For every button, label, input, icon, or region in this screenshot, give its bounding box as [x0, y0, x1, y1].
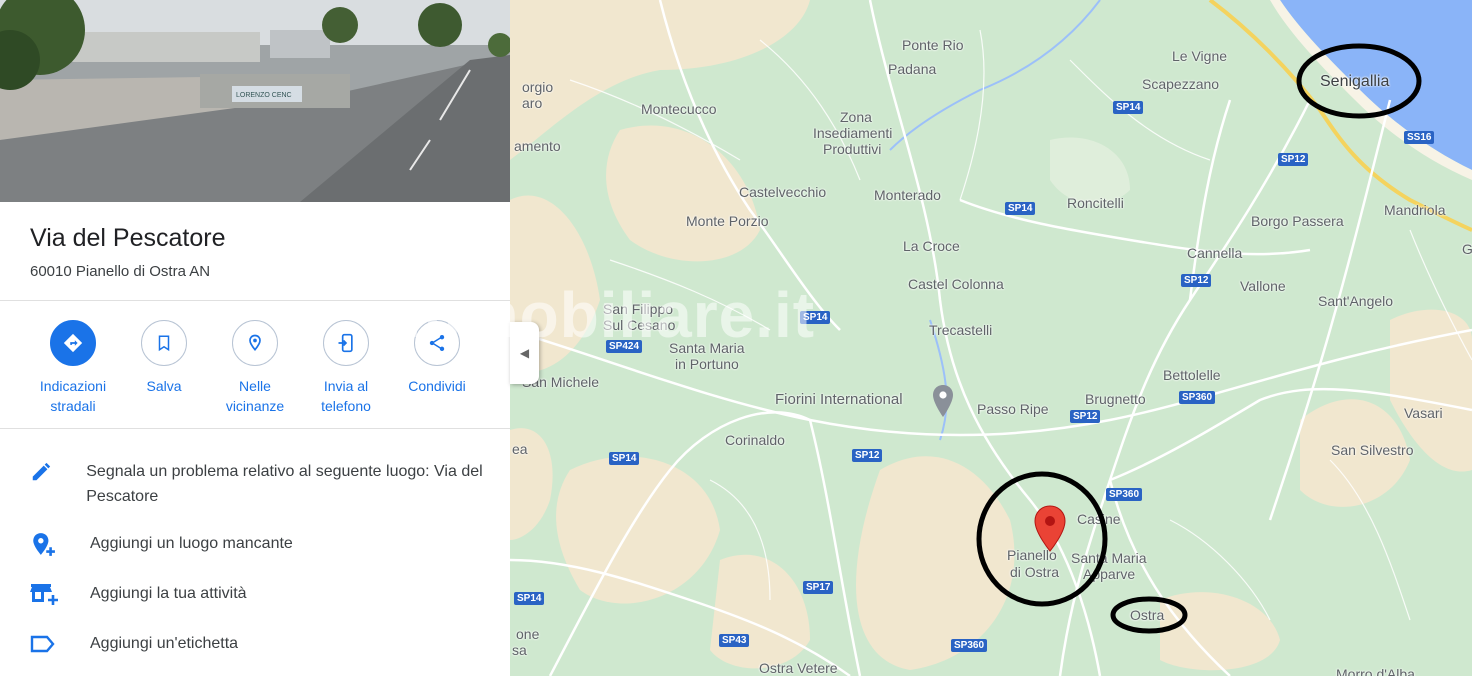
map-label: Ostra: [1130, 607, 1165, 623]
street-photo[interactable]: LORENZO CENC: [0, 0, 510, 202]
send-to-phone-button[interactable]: Invia al telefono: [300, 320, 392, 416]
place-title: Via del Pescatore: [30, 224, 226, 252]
add-business-label: Aggiungi la tua attività: [90, 585, 247, 602]
map-label: Produttivi: [823, 141, 882, 157]
bookmark-icon: [141, 320, 187, 366]
directions-button[interactable]: Indicazioni stradali: [27, 320, 119, 416]
map-label: Montecucco: [641, 101, 717, 117]
photo-sign-text: LORENZO CENC: [236, 92, 292, 99]
add-business-icon: [30, 581, 60, 607]
nearby-button[interactable]: Nelle vicinanze: [209, 320, 301, 416]
map-label: Le Vigne: [1172, 48, 1228, 64]
road-label: SP14: [609, 452, 640, 465]
road-label: SP360: [1106, 488, 1143, 501]
location-pin-icon[interactable]: [1033, 505, 1067, 553]
road-label: SP12: [852, 449, 883, 462]
add-missing-place-item[interactable]: Aggiungi un luogo mancante: [30, 531, 500, 557]
map-label: in Portuno: [675, 356, 739, 372]
road-label: SP12: [1278, 153, 1309, 166]
map-label: San Silvestro: [1331, 442, 1414, 458]
send-to-phone-label: Invia al telefono: [321, 378, 371, 414]
map-label: Monte Porzio: [686, 213, 769, 229]
map-label: Ostra Vetere: [759, 660, 838, 676]
label-icon: [30, 631, 60, 657]
road-label: SP43: [719, 634, 750, 647]
map-label: Trecastelli: [929, 322, 993, 338]
map-label: Cannella: [1187, 245, 1243, 261]
map-label: di Ostra: [1010, 564, 1060, 580]
map-label: ea: [512, 441, 528, 457]
directions-icon: [50, 320, 96, 366]
add-label-item[interactable]: Aggiungi un'etichetta: [30, 631, 500, 657]
add-place-icon: [30, 531, 60, 557]
road-label: SP14: [1113, 101, 1144, 114]
road-label: SP360: [1179, 391, 1216, 404]
share-label: Condividi: [408, 378, 466, 394]
save-button[interactable]: Salva: [118, 320, 210, 396]
map-label: Zona: [840, 109, 872, 125]
map-label: Corinaldo: [725, 432, 785, 448]
map-label: Bettolelle: [1163, 367, 1221, 383]
map-label: Monterado: [874, 187, 941, 203]
road-label: SS16: [1404, 131, 1435, 144]
nearby-label: Nelle vicinanze: [225, 378, 285, 414]
map-label: Castel Colonna: [908, 276, 1004, 292]
road-label: SP360: [951, 639, 988, 652]
place-address: 60010 Pianello di Ostra AN: [30, 263, 211, 280]
add-missing-place-label: Aggiungi un luogo mancante: [90, 535, 293, 552]
road-label: SP14: [1005, 202, 1036, 215]
poi-marker-icon[interactable]: [932, 384, 954, 418]
save-label: Salva: [146, 378, 182, 394]
send-to-phone-icon: [323, 320, 369, 366]
map-label-senigallia: Senigallia: [1320, 73, 1390, 90]
map-label: Borgo Passera: [1251, 213, 1344, 229]
road-label: SP12: [1070, 410, 1101, 423]
map-label: Vasari: [1404, 405, 1443, 421]
map-label: Vallone: [1240, 278, 1286, 294]
nearby-icon: [232, 320, 278, 366]
map-label: Insediamenti: [813, 125, 893, 141]
map-label: Brugnetto: [1085, 391, 1146, 407]
road-label: SP12: [1181, 274, 1212, 287]
map-poi-label: Fiorini International: [775, 391, 903, 408]
map-label: Passo Ripe: [977, 401, 1049, 417]
map-label: Scapezzano: [1142, 76, 1220, 92]
map-label: Apparve: [1083, 566, 1136, 582]
watermark-text: immobiliare.it: [385, 279, 816, 351]
map-label: Roncitelli: [1067, 195, 1124, 211]
map-label: orgio: [522, 79, 554, 95]
map-label: sa: [512, 642, 527, 658]
map-label: Sant'Angelo: [1318, 293, 1394, 309]
map-label: La Croce: [903, 238, 960, 254]
map-label: Santa Maria: [1071, 550, 1147, 566]
add-label-label: Aggiungi un'etichetta: [90, 635, 239, 652]
road-label: SP14: [514, 592, 545, 605]
directions-label: Indicazioni stradali: [39, 378, 107, 414]
map-label: G: [1462, 241, 1472, 257]
map-label: amento: [514, 138, 561, 154]
road-label: SP17: [803, 581, 834, 594]
map-label: Mandriola: [1384, 202, 1446, 218]
divider: [0, 428, 510, 429]
map-label: one: [516, 626, 540, 642]
map-label: aro: [522, 95, 543, 111]
map-label: Padana: [888, 61, 937, 77]
report-problem-item[interactable]: Segnala un problema relativo al seguente…: [30, 459, 500, 509]
map-label: Casine: [1077, 511, 1121, 527]
map-label: Ponte Rio: [902, 37, 964, 53]
pencil-icon: [30, 459, 56, 485]
map-label: Castelvecchio: [739, 184, 827, 200]
map-label: Morro d'Alba: [1336, 666, 1415, 676]
report-problem-label: Segnala un problema relativo al seguente…: [86, 463, 483, 505]
street-photo-image: LORENZO CENC: [0, 0, 510, 202]
add-business-item[interactable]: Aggiungi la tua attività: [30, 581, 500, 607]
